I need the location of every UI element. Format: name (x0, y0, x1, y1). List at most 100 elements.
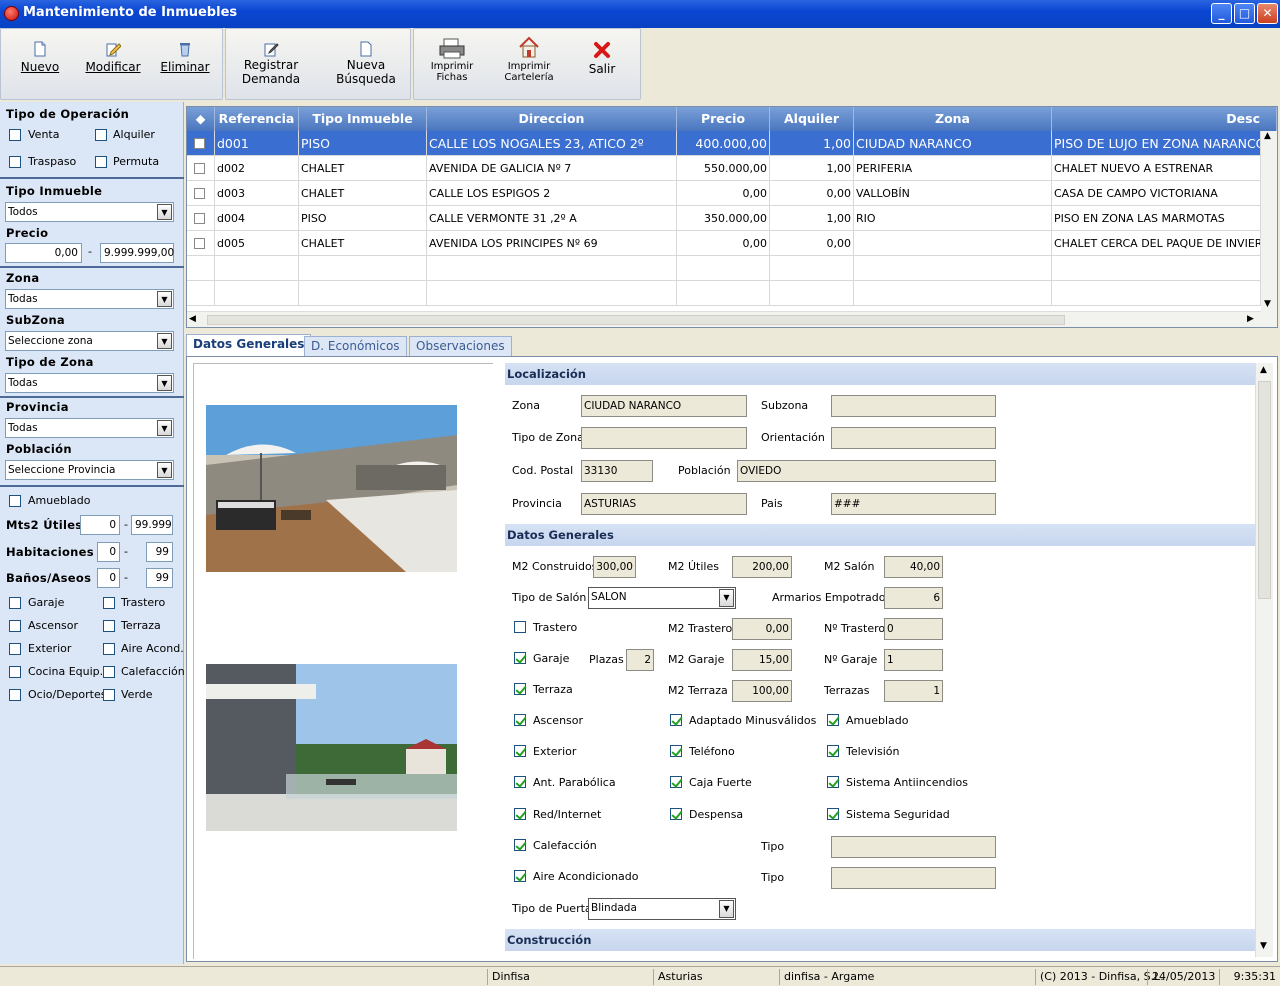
row-checkbox[interactable] (194, 213, 205, 224)
television-checkbox[interactable] (827, 745, 839, 757)
mts2-min-input[interactable]: 0 (80, 515, 120, 535)
property-photo-balcony[interactable] (206, 664, 457, 831)
banos-min-input[interactable]: 0 (97, 568, 120, 588)
scroll-up-icon[interactable]: ▲ (1260, 365, 1267, 375)
scroll-down-icon[interactable]: ▼ (1264, 299, 1271, 309)
row-select-cell[interactable] (187, 131, 215, 156)
row-checkbox[interactable] (194, 238, 205, 249)
exterior-checkbox[interactable] (514, 745, 526, 757)
precio-max-input[interactable]: 9.999.999,00 (100, 243, 174, 263)
hab-max-input[interactable]: 99 (146, 542, 173, 562)
table-row[interactable]: d005 CHALET AVENIDA LOS PRINCIPES Nº 69 0,0… (187, 231, 1261, 256)
header-select[interactable]: ◆ (187, 107, 215, 131)
table-row[interactable]: d003 CHALET CALLE LOS ESPIGOS 2 0,00 0,00 VAL… (187, 181, 1261, 206)
loc-cp-field[interactable]: 33130 (581, 460, 653, 482)
nueva-busqueda-button[interactable]: Nueva Búsqueda (326, 35, 406, 95)
table-row[interactable]: d004 PISO CALLE VERMONTE 31 ,2º A 350.000,0… (187, 206, 1261, 231)
scroll-left-icon[interactable]: ◀ (189, 314, 196, 324)
permuta-checkbox[interactable] (95, 156, 107, 168)
caja-fuerte-checkbox[interactable] (670, 776, 682, 788)
aire-checkbox[interactable] (514, 870, 526, 882)
content-scrollbar[interactable]: ▲ ▼ (1255, 363, 1273, 957)
row-checkbox[interactable] (194, 163, 205, 174)
zona-select[interactable]: Todas ▼ (5, 289, 174, 309)
num-trastero-field[interactable]: 0 (884, 618, 943, 640)
scroll-down-icon[interactable]: ▼ (1260, 941, 1267, 951)
row-select-cell[interactable] (187, 256, 215, 281)
terraza-checkbox[interactable] (514, 683, 526, 695)
registrar-demanda-button[interactable]: Registrar Demanda (232, 35, 310, 95)
mts2-max-input[interactable]: 99.999 (131, 515, 173, 535)
scroll-thumb[interactable] (1258, 381, 1271, 599)
despensa-checkbox[interactable] (670, 808, 682, 820)
terraza-checkbox[interactable] (103, 620, 115, 632)
row-checkbox[interactable] (194, 138, 205, 149)
traspaso-checkbox[interactable] (9, 156, 21, 168)
precio-min-input[interactable]: 0,00 (5, 243, 82, 263)
header-tipo-inmueble[interactable]: Tipo Inmueble (299, 107, 427, 131)
header-direccion[interactable]: Direccion (427, 107, 677, 131)
salir-button[interactable]: Salir (572, 35, 632, 95)
alquiler-checkbox[interactable] (95, 129, 107, 141)
row-select-cell[interactable] (187, 206, 215, 231)
tipo-puerta-select[interactable]: Blindada ▼ (588, 898, 736, 920)
adaptado-checkbox[interactable] (670, 714, 682, 726)
plazas-field[interactable]: 2 (626, 649, 654, 671)
garaje-checkbox[interactable] (514, 652, 526, 664)
trastero-checkbox[interactable] (514, 621, 526, 633)
modificar-button[interactable]: Modificar (81, 35, 145, 95)
calefaccion-checkbox[interactable] (514, 839, 526, 851)
trastero-checkbox[interactable] (103, 597, 115, 609)
telefono-checkbox[interactable] (670, 745, 682, 757)
close-button[interactable]: ✕ (1257, 3, 1278, 24)
row-checkbox[interactable] (194, 188, 205, 199)
aire-checkbox[interactable] (103, 643, 115, 655)
tab-datos-generales[interactable]: Datos Generales (186, 334, 312, 356)
verde-checkbox[interactable] (103, 689, 115, 701)
calefaccion-tipo-field[interactable] (831, 836, 996, 858)
loc-provincia-field[interactable]: ASTURIAS (581, 493, 747, 515)
armarios-field[interactable]: 6 (884, 587, 943, 609)
ascensor-checkbox[interactable] (514, 714, 526, 726)
imprimir-carteleria-button[interactable]: Imprimir Cartelería (494, 35, 564, 95)
row-select-cell[interactable] (187, 156, 215, 181)
venta-checkbox[interactable] (9, 129, 21, 141)
tipo-inmueble-select[interactable]: Todos ▼ (5, 202, 174, 222)
aire-tipo-field[interactable] (831, 867, 996, 889)
minimize-button[interactable]: _ (1211, 3, 1232, 24)
nuevo-button[interactable]: Nuevo (9, 35, 71, 95)
property-photo-terrace[interactable] (206, 405, 457, 572)
row-select-cell[interactable] (187, 181, 215, 206)
table-row[interactable]: d002 CHALET AVENIDA DE GALICIA Nº 7 550.000… (187, 156, 1261, 181)
loc-tipo-zona-field[interactable] (581, 427, 747, 449)
scroll-right-icon[interactable]: ▶ (1247, 314, 1254, 324)
tipo-salon-select[interactable]: SALON ▼ (588, 587, 736, 609)
properties-grid[interactable]: ◆ Referencia Tipo Inmueble Direccion Pre… (186, 106, 1278, 328)
poblacion-select[interactable]: Seleccione Provincia ▼ (5, 460, 174, 480)
table-row[interactable] (187, 281, 1261, 306)
loc-zona-field[interactable]: CIUDAD NARANCO (581, 395, 747, 417)
m2-construidos-field[interactable]: 300,00 (593, 556, 636, 578)
amueblado-checkbox[interactable] (827, 714, 839, 726)
tipo-zona-select[interactable]: Todas ▼ (5, 373, 174, 393)
header-descripcion[interactable]: Desc (1052, 107, 1277, 131)
header-zona[interactable]: Zona (854, 107, 1052, 131)
header-precio[interactable]: Precio (677, 107, 770, 131)
tab-d-economicos[interactable]: D. Económicos (304, 336, 407, 356)
row-select-cell[interactable] (187, 231, 215, 256)
scroll-up-icon[interactable]: ▲ (1264, 131, 1271, 141)
num-garaje-field[interactable]: 1 (884, 649, 943, 671)
provincia-select[interactable]: Todas ▼ (5, 418, 174, 438)
ocio-checkbox[interactable] (9, 689, 21, 701)
header-alquiler[interactable]: Alquiler (770, 107, 854, 131)
antiincendios-checkbox[interactable] (827, 776, 839, 788)
maximize-button[interactable]: □ (1234, 3, 1255, 24)
imprimir-fichas-button[interactable]: Imprimir Fichas (420, 35, 484, 95)
banos-max-input[interactable]: 99 (146, 568, 173, 588)
table-row[interactable] (187, 256, 1261, 281)
m2-trastero-field[interactable]: 0,00 (732, 618, 792, 640)
seguridad-checkbox[interactable] (827, 808, 839, 820)
loc-subzona-field[interactable] (831, 395, 996, 417)
m2-utiles-field[interactable]: 200,00 (732, 556, 792, 578)
garaje-checkbox[interactable] (9, 597, 21, 609)
